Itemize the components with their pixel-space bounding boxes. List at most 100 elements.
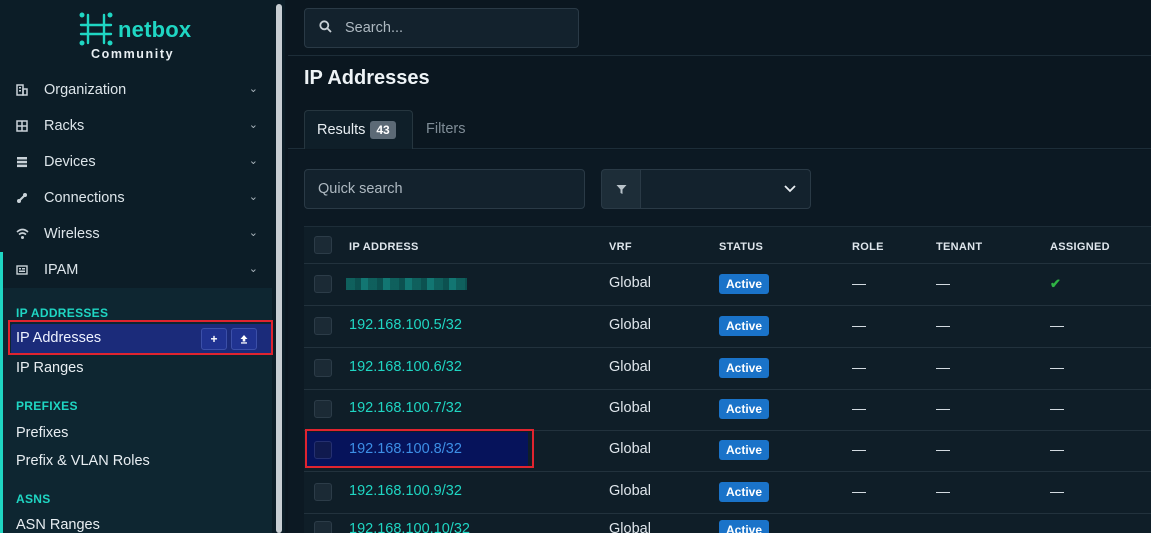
quick-search-input[interactable] <box>318 181 568 197</box>
menu-organization[interactable]: Organization ⌄ <box>0 72 272 108</box>
table-row[interactable]: 192.168.100.10/32 Global Active <box>304 513 1151 533</box>
tab-results-label: Results <box>317 122 366 138</box>
ip-address-link[interactable]: 192.168.100.8/32 <box>349 441 462 457</box>
status-badge: Active <box>719 358 770 378</box>
role-cell: — <box>852 400 866 416</box>
row-checkbox[interactable] <box>314 521 332 533</box>
plus-icon: + <box>210 332 218 346</box>
ip-address-link[interactable]: 192.168.100.7/32 <box>349 400 462 416</box>
sidebar-item-ip-addresses[interactable]: IP Addresses + <box>11 324 272 354</box>
assigned-cell: — <box>1050 483 1064 499</box>
brand-name: netbox <box>118 17 192 42</box>
menu-ipam[interactable]: IPAM ⌄ <box>0 252 272 288</box>
menu-label: Racks <box>44 118 85 134</box>
sidebar-item-label: IP Addresses <box>16 330 102 346</box>
ip-address-link[interactable]: 192.168.100.10/32 <box>349 521 470 533</box>
column-header-status[interactable]: STATUS <box>719 241 763 253</box>
brand-edition: Community <box>91 47 175 61</box>
menu-racks[interactable]: Racks ⌄ <box>0 108 272 144</box>
cable-icon <box>16 190 44 206</box>
sidebar-item-prefixes[interactable]: Prefixes <box>16 425 68 441</box>
table-row[interactable]: 192.168.100.5/32 Global Active — — — <box>304 306 1151 348</box>
search-input[interactable] <box>345 20 565 36</box>
row-checkbox[interactable] <box>314 441 332 459</box>
ip-address-table: IP ADDRESS VRF STATUS ROLE TENANT ASSIGN… <box>304 226 1151 533</box>
status-badge: Active <box>719 274 770 294</box>
sidebar-item-ip-ranges[interactable]: IP Ranges <box>16 360 83 376</box>
column-header-assigned[interactable]: ASSIGNED <box>1050 241 1110 253</box>
sidebar-item-asn-ranges[interactable]: ASN Ranges <box>16 517 100 533</box>
status-badge: Active <box>719 520 770 533</box>
assigned-cell: — <box>1050 441 1064 457</box>
column-header-vrf[interactable]: VRF <box>609 241 632 253</box>
chevron-down-icon: ⌄ <box>248 119 258 131</box>
filter-button[interactable] <box>601 169 641 209</box>
ip-address-link[interactable]: 192.168.100.9/32 <box>349 483 462 499</box>
sidebar-item-prefix-vlan-roles[interactable]: Prefix & VLAN Roles <box>16 453 150 469</box>
chevron-down-icon: ⌄ <box>248 155 258 167</box>
role-cell: — <box>852 275 866 291</box>
upload-icon <box>240 335 248 344</box>
tenant-cell: — <box>936 483 950 499</box>
table-row[interactable]: 192.168.100.6/32 Global Active — — — <box>304 348 1151 390</box>
quick-search-box[interactable] <box>304 169 585 209</box>
row-checkbox[interactable] <box>314 317 332 335</box>
vrf-cell: Global <box>609 317 651 333</box>
add-ip-address-button[interactable]: + <box>201 328 227 350</box>
status-badge: Active <box>719 399 770 419</box>
search-icon <box>305 20 345 36</box>
assigned-cell: — <box>1050 359 1064 375</box>
column-header-tenant[interactable]: TENANT <box>936 241 982 253</box>
redacted-ip-address[interactable] <box>346 278 467 290</box>
menu-wireless[interactable]: Wireless ⌄ <box>0 216 272 252</box>
row-checkbox[interactable] <box>314 359 332 377</box>
row-checkbox[interactable] <box>314 483 332 501</box>
menu-label: IPAM <box>44 262 79 278</box>
table-row[interactable]: 192.168.100.8/32 Global Active — — — <box>304 430 1151 472</box>
assigned-cell: — <box>1050 400 1064 416</box>
menu-label: Wireless <box>44 226 100 242</box>
menu-devices[interactable]: Devices ⌄ <box>0 144 272 180</box>
table-row[interactable]: 192.168.100.7/32 Global Active — — — <box>304 389 1151 431</box>
sidebar-scrollbar[interactable] <box>276 4 282 533</box>
select-all-checkbox[interactable] <box>314 236 332 254</box>
tab-filters[interactable]: Filters <box>426 121 465 137</box>
menu-label: Devices <box>44 154 96 170</box>
status-badge: Active <box>719 316 770 336</box>
row-checkbox[interactable] <box>314 400 332 418</box>
role-cell: — <box>852 317 866 333</box>
assigned-cell: — <box>1050 317 1064 333</box>
building-icon <box>16 82 44 98</box>
vrf-cell: Global <box>609 483 651 499</box>
row-checkbox[interactable] <box>314 275 332 293</box>
tenant-cell: — <box>936 441 950 457</box>
vrf-cell: Global <box>609 441 651 457</box>
table-header: IP ADDRESS VRF STATUS ROLE TENANT ASSIGN… <box>304 227 1151 264</box>
netbox-logo[interactable]: netbox Community <box>78 12 198 62</box>
saved-filter-select[interactable] <box>640 169 811 209</box>
column-header-role[interactable]: ROLE <box>852 241 884 253</box>
ip-address-link[interactable]: 192.168.100.5/32 <box>349 317 462 333</box>
import-ip-addresses-button[interactable] <box>231 328 257 350</box>
status-badge: Active <box>719 482 770 502</box>
vrf-cell: Global <box>609 275 651 291</box>
results-count-badge: 43 <box>370 121 396 139</box>
tab-results[interactable]: Results 43 <box>304 110 413 149</box>
tenant-cell: — <box>936 275 950 291</box>
column-header-ip-address[interactable]: IP ADDRESS <box>349 241 419 253</box>
chevron-down-icon: ⌄ <box>248 83 258 95</box>
chevron-down-icon: ⌄ <box>248 263 258 275</box>
section-header-ip-addresses: IP ADDRESSES <box>16 306 109 320</box>
menu-connections[interactable]: Connections ⌄ <box>0 180 272 216</box>
netbox-logo-icon <box>79 12 113 46</box>
table-row[interactable]: 192.168.100.9/32 Global Active — — — <box>304 472 1151 514</box>
tenant-cell: — <box>936 359 950 375</box>
counter-icon <box>16 262 44 278</box>
top-bar <box>288 0 1151 56</box>
global-search[interactable] <box>304 8 579 48</box>
checkmark-icon: ✔ <box>1050 276 1061 291</box>
table-row[interactable]: Global Active — — ✔ <box>304 264 1151 306</box>
ip-address-link[interactable]: 192.168.100.6/32 <box>349 359 462 375</box>
menu-label: Connections <box>44 190 125 206</box>
tab-bar: Results 43 Filters <box>288 110 1151 149</box>
